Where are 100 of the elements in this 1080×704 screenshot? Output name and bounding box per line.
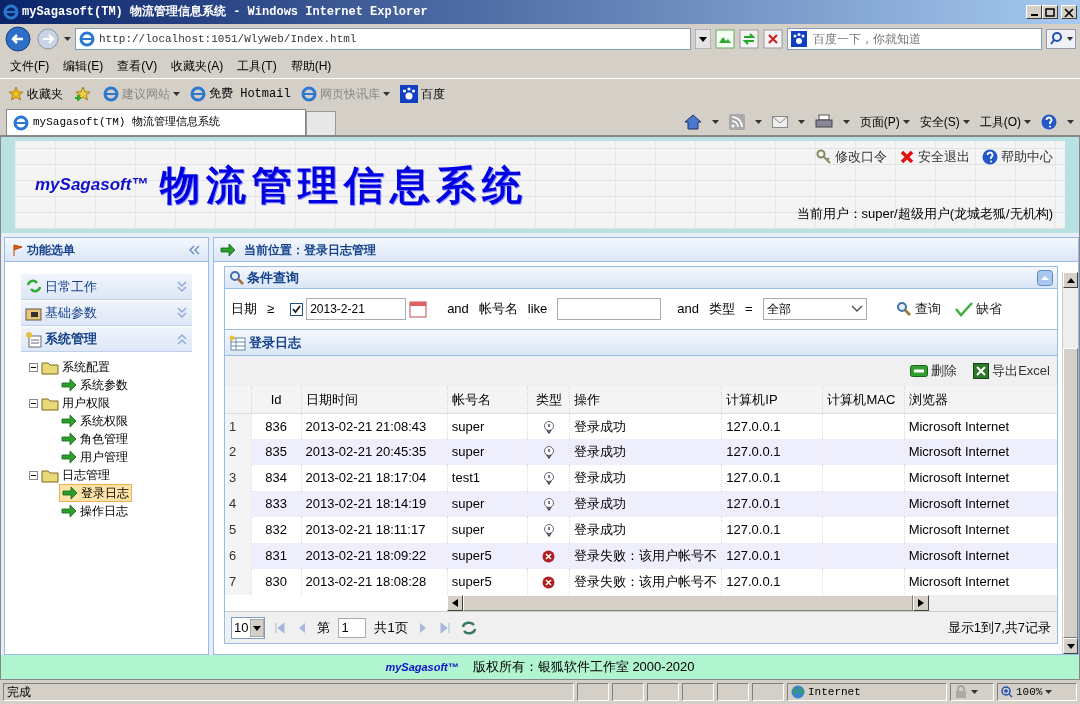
down-arrow-icon	[1066, 643, 1075, 649]
url-text: http://localhost:1051/WlyWeb/Index.html	[99, 31, 358, 47]
search-field[interactable]: 百度一下，你就知道	[811, 29, 1041, 49]
search-icon	[895, 301, 912, 317]
scroll-left-button[interactable]	[447, 595, 463, 611]
column-header[interactable]: 帐号名	[447, 386, 528, 413]
info-icon	[542, 420, 555, 434]
tree-node[interactable]: 日志管理	[62, 466, 110, 484]
new-tab-button[interactable]	[306, 111, 336, 135]
scroll-thumb[interactable]	[1063, 348, 1078, 638]
folder-icon	[41, 395, 59, 411]
column-header[interactable]: 日期时间	[301, 386, 448, 413]
query-button[interactable]: 缺省	[953, 298, 1003, 320]
stop-icon[interactable]	[763, 29, 783, 49]
remove-icon	[910, 365, 929, 377]
tree-item[interactable]: 系统参数	[59, 376, 130, 394]
horizontal-scrollbar[interactable]	[447, 595, 1057, 611]
query-button[interactable]: 查询	[894, 298, 942, 320]
scroll-down-button[interactable]	[1063, 638, 1078, 654]
date-field[interactable]: 2013-2-21	[306, 298, 407, 320]
header-link[interactable]: 帮助中心	[982, 147, 1053, 167]
menu-item[interactable]: 帮助(H)	[290, 57, 332, 75]
favorite-link[interactable]: 免费 Hotmail	[209, 84, 291, 103]
command-menu[interactable]: 页面(P)	[859, 112, 900, 131]
collapse-icon[interactable]	[188, 244, 200, 255]
tree-item[interactable]: 用户管理	[59, 448, 130, 466]
caret-icon	[1024, 119, 1031, 124]
collapse-toggle-icon[interactable]	[29, 470, 38, 480]
accordion-header[interactable]: 日常工作	[21, 274, 192, 300]
calendar-icon[interactable]	[409, 300, 428, 318]
refresh-icon[interactable]	[739, 29, 759, 49]
tree-item[interactable]: 登录日志	[59, 484, 132, 502]
scroll-up-button[interactable]	[1063, 272, 1078, 288]
back-button[interactable]	[4, 25, 32, 53]
print-icon[interactable]	[814, 113, 833, 130]
column-header[interactable]: 浏览器	[904, 386, 1057, 413]
collapse-toggle-icon[interactable]	[29, 398, 38, 408]
row-number: 6	[225, 543, 252, 569]
favorite-link[interactable]: 百度	[420, 84, 445, 103]
tree-node[interactable]: 用户权限	[62, 394, 110, 412]
scroll-thumb[interactable]	[463, 595, 913, 611]
help-icon[interactable]	[1041, 113, 1057, 130]
accordion-header[interactable]: 系统管理	[21, 326, 192, 352]
refresh-button[interactable]	[459, 619, 478, 636]
vertical-scrollbar[interactable]	[1062, 272, 1078, 654]
search-button[interactable]	[1046, 29, 1076, 49]
checkbox[interactable]	[290, 302, 304, 316]
page-size-select[interactable]: 10	[231, 616, 266, 639]
forward-button[interactable]	[36, 27, 60, 51]
column-header[interactable]: 计算机MAC	[823, 386, 905, 413]
panel-title: 条件查询	[247, 268, 300, 287]
home-icon[interactable]	[683, 113, 702, 130]
menu-item[interactable]: 文件(F)	[10, 57, 50, 75]
mail-icon[interactable]	[771, 115, 788, 128]
up-arrow-icon	[1066, 277, 1075, 283]
column-header[interactable]: 操作	[569, 386, 722, 413]
column-header[interactable]: 计算机IP	[721, 386, 823, 413]
feed-icon[interactable]	[728, 113, 745, 130]
command-menu[interactable]: 工具(O)	[979, 112, 1021, 131]
favorites-label[interactable]: 收藏夹	[27, 84, 63, 103]
toolbar-button[interactable]: 删除	[909, 360, 959, 382]
scroll-right-button[interactable]	[913, 595, 929, 611]
type-select[interactable]: 全部	[762, 298, 867, 320]
page-total: 共1页	[374, 618, 408, 637]
add-favorites-icon[interactable]	[73, 85, 93, 102]
tree-item[interactable]: 操作日志	[59, 502, 130, 520]
accordion-header[interactable]: 基础参数	[21, 300, 192, 326]
tree-item[interactable]: 角色管理	[59, 430, 130, 448]
account-field[interactable]	[557, 298, 662, 320]
maximize-button[interactable]	[1042, 5, 1058, 19]
collapse-toggle-icon[interactable]	[29, 362, 38, 372]
collapse-button[interactable]	[1037, 269, 1053, 286]
column-header[interactable]: Id	[251, 386, 302, 413]
menu-item[interactable]: 编辑(E)	[63, 57, 104, 75]
close-button[interactable]	[1061, 5, 1077, 19]
header-link[interactable]: 安全退出	[899, 147, 970, 167]
command-menu[interactable]: 安全(S)	[919, 112, 960, 131]
caret-icon	[797, 119, 805, 124]
minimize-button[interactable]	[1026, 5, 1042, 19]
zoom-control[interactable]: 100%	[997, 683, 1077, 701]
header-link[interactable]: 修改口令	[816, 147, 887, 167]
menu-item[interactable]: 查看(V)	[117, 57, 158, 75]
column-header[interactable]: 类型	[527, 386, 570, 413]
toolbar-button[interactable]: 导出Excel	[972, 360, 1051, 382]
panel-title: 登录日志	[249, 333, 301, 352]
tree-item[interactable]: 系统权限	[59, 412, 130, 430]
tree-node[interactable]: 系统配置	[62, 358, 110, 376]
operator-text: like	[527, 300, 548, 319]
zoom-icon	[1001, 686, 1013, 698]
ie-logo-icon	[79, 31, 95, 47]
page-label: 第	[317, 618, 331, 637]
dropdown-button[interactable]	[695, 29, 711, 49]
search-box[interactable]: 百度一下，你就知道	[787, 28, 1042, 50]
menu-item[interactable]: 收藏夹(A)	[171, 57, 224, 75]
browser-tab[interactable]: mySagasoft(TM) 物流管理信息系统	[6, 109, 306, 135]
menu-item[interactable]: 工具(T)	[237, 57, 277, 75]
page-field[interactable]: 1	[338, 617, 367, 638]
address-field[interactable]: http://localhost:1051/WlyWeb/Index.html	[75, 28, 691, 50]
ie-logo-icon	[13, 114, 29, 131]
ie-logo-icon	[300, 85, 317, 102]
